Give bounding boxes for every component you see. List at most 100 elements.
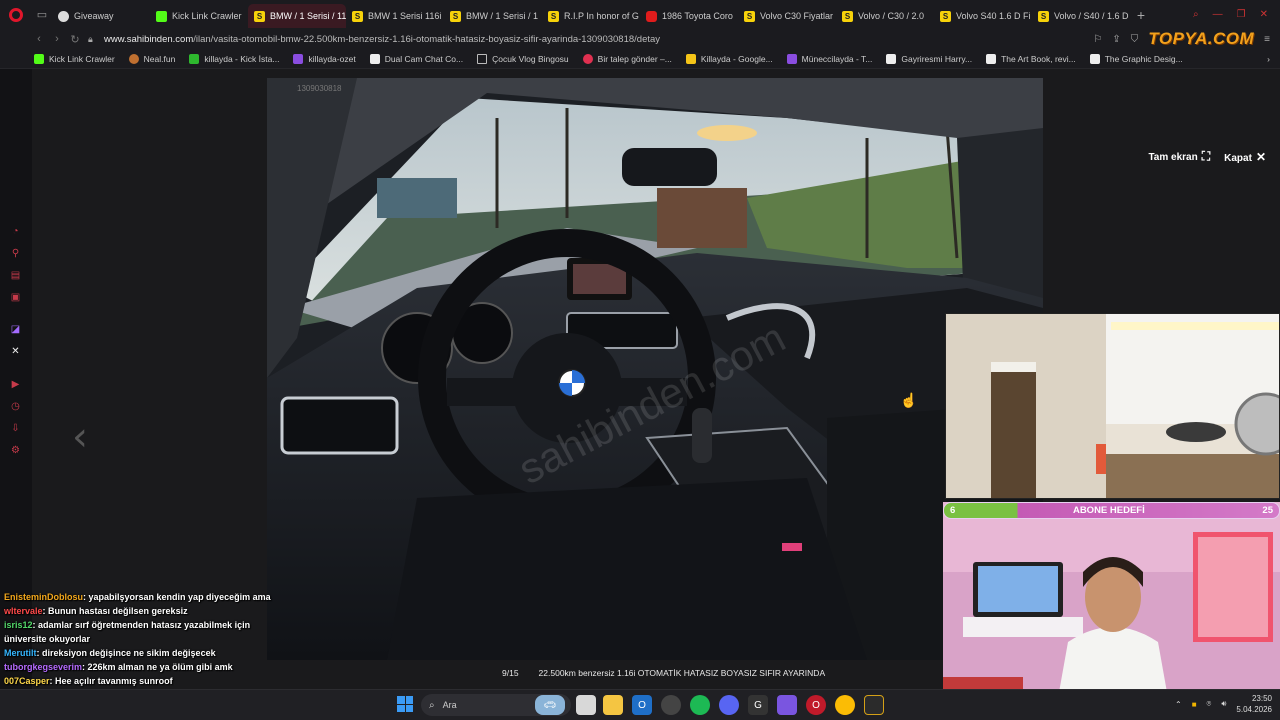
chat-message: tuborgkegseverim: 226km alman ne ya ölüm…	[4, 662, 233, 672]
chat-message: 007Casper: Hee açılır tavanmış sunroof	[4, 676, 173, 686]
browser-tab[interactable]: S Volvo C30 Fiyatlar	[738, 4, 836, 28]
app-g-icon[interactable]: G	[748, 695, 768, 715]
system-clock[interactable]: 23:50 5.04.2026	[1236, 693, 1272, 715]
bookmark-item[interactable]: The Graphic Desig...	[1089, 53, 1183, 64]
browser-tab[interactable]: S BMW / 1 Serisi / 116i / Sta	[248, 4, 346, 28]
speed-dial-icon[interactable]: ◔	[9, 226, 22, 237]
tray-app-icon[interactable]: ■	[1192, 700, 1197, 709]
fullscreen-button[interactable]: Tam ekran ⛶	[1148, 149, 1210, 164]
browser-tab[interactable]: S R.I.P In honor of G	[542, 4, 640, 28]
bookmark-label: Çocuk Vlog Bingosu	[492, 53, 569, 64]
twitch-icon[interactable]: ◪	[9, 324, 22, 335]
tab-label: 1986 Toyota Coro	[662, 11, 733, 21]
chat-text: yapabilşyorsan kendin yap diyeceğim ama	[88, 592, 271, 602]
chat-username: EnistеminDoblosu	[4, 592, 84, 602]
github-icon[interactable]	[661, 695, 681, 715]
start-button[interactable]	[397, 696, 413, 712]
goal-target: 25	[1262, 505, 1273, 516]
sahibinden-icon: S	[450, 10, 461, 22]
bookmark-item[interactable]: Dual Cam Chat Co...	[369, 53, 463, 64]
close-gallery-button[interactable]: Kapat ✕	[1224, 150, 1266, 164]
browser-tab[interactable]: S Volvo S40 1.6 D Fi	[934, 4, 1032, 28]
bookmark-favicon-icon	[293, 53, 304, 64]
browser-tab[interactable]: Kick Link Crawler	[150, 4, 248, 28]
browser-tab[interactable]: S Volvo / S40 / 1.6 D	[1032, 4, 1130, 28]
streaming-app-icon[interactable]	[864, 695, 884, 715]
settings-gear-icon[interactable]: ⚙	[9, 445, 22, 456]
new-tab-button[interactable]: +	[1130, 7, 1152, 23]
address-bar-row: ‹ › ↻ 🔒︎ www.sahibinden.com/ilan/vasita-…	[0, 29, 1280, 49]
menu-icon[interactable]: ≡	[1264, 34, 1270, 45]
topya-logo: TOPYA.COM	[1148, 29, 1255, 48]
chat-text: adamlar sırf öğretmenden hatasız yazabil…	[4, 620, 251, 644]
browser-tab[interactable]: Giveaway	[52, 4, 150, 28]
bookmark-item[interactable]: Gayriresmi Harry...	[886, 53, 972, 64]
file-explorer-icon[interactable]	[603, 695, 623, 715]
aria-icon[interactable]: ⚲	[9, 248, 22, 259]
listing-title: 22.500km benzersiz 1.16i OTOMATİK HATASI…	[538, 668, 826, 678]
bookmark-label: Killayda - Google...	[700, 53, 773, 64]
browser-tab[interactable]: S BMW / 1 Serisi / 1	[444, 4, 542, 28]
maximize-button[interactable]: ❐	[1237, 9, 1246, 20]
minimize-button[interactable]: —	[1213, 9, 1223, 20]
bookmark-item[interactable]: The Art Book, revi...	[986, 53, 1076, 64]
chevron-up-icon[interactable]: ⌃	[1175, 700, 1182, 709]
discord-icon[interactable]	[719, 695, 739, 715]
opera-menu-icon[interactable]	[0, 0, 32, 29]
bookmark-item[interactable]: Neal.fun	[128, 53, 176, 64]
widget-car-icon[interactable]: 🚗︎	[535, 695, 565, 715]
bookmark-label: Neal.fun	[143, 53, 176, 64]
messenger-icon[interactable]: ▣	[9, 292, 22, 303]
bookmark-item[interactable]: killayda - Kick İsta...	[189, 53, 279, 64]
search-tabs-icon[interactable]: ⌕	[1193, 9, 1199, 20]
bookmark-favicon-icon	[986, 53, 997, 64]
goal-label: ABONE HEDEFİ	[1072, 505, 1145, 516]
lock-icon[interactable]: 🔒︎	[88, 34, 102, 45]
downloads-icon[interactable]: ⇩	[9, 423, 22, 434]
sahibinden-icon: S	[940, 10, 951, 22]
bookmark-item[interactable]: Çocuk Vlog Bingosu	[477, 53, 569, 64]
chat-message: Merutilt: direksiyon değişince ne sikim …	[4, 648, 216, 658]
bookmark-item[interactable]: Müneccilayda - T...	[786, 53, 872, 64]
workspace-icon[interactable]: ▤	[9, 270, 22, 281]
tab-islands-icon[interactable]: ▭	[32, 0, 52, 29]
url-field[interactable]: www.sahibinden.com/ilan/vasita-otomobil-…	[104, 34, 660, 45]
browser-tab[interactable]: 1986 Toyota Coro	[640, 4, 738, 28]
volume-icon[interactable]: 🔊︎	[1221, 699, 1226, 709]
previous-photo-arrow[interactable]: ‹	[72, 414, 88, 460]
bookmark-item[interactable]: Bir talep gönder –...	[582, 53, 672, 64]
outlook-icon[interactable]: O	[632, 695, 652, 715]
wifi-icon[interactable]: ⌾	[1207, 699, 1212, 709]
bookmark-item[interactable]: Kick Link Crawler	[34, 53, 115, 64]
close-window-button[interactable]: ✕	[1260, 9, 1268, 20]
forward-button[interactable]: ›	[48, 33, 66, 45]
browser-tab[interactable]: S BMW 1 Serisi 116i	[346, 4, 444, 28]
bookmark-item[interactable]: killayda-ozet	[293, 53, 356, 64]
spotify-icon[interactable]	[690, 695, 710, 715]
bookmark-label: Bir talep gönder –...	[597, 53, 672, 64]
chrome-icon[interactable]	[835, 695, 855, 715]
bookmark-icon[interactable]: ⚐	[1093, 34, 1102, 45]
chat-message: wltervale: Bunun hastası değilsen gereks…	[4, 606, 188, 616]
history-icon[interactable]: ◷	[9, 401, 22, 412]
browser-tab[interactable]: S Volvo / C30 / 2.0	[836, 4, 934, 28]
opera-taskbar-icon[interactable]: O	[806, 695, 826, 715]
car-interior-photo[interactable]: sahibinden.com 1309030818	[267, 78, 1043, 660]
tab-label: Volvo C30 Fiyatlar	[760, 11, 834, 21]
more-bookmarks-icon[interactable]: ›	[1267, 54, 1280, 64]
file-viewer-icon[interactable]	[576, 695, 596, 715]
shield-icon[interactable]: ⛉	[1131, 34, 1139, 45]
github-icon	[58, 10, 69, 22]
bookmark-favicon-icon	[189, 53, 200, 64]
reload-icon[interactable]: ↻	[66, 33, 84, 46]
bookmark-item[interactable]: Killayda - Google...	[685, 53, 773, 64]
browser-tab-bar: ▭ Giveaway Kick Link Crawler S BMW / 1 Seri…	[0, 0, 1280, 29]
player-icon[interactable]: ▶	[9, 379, 22, 390]
x-twitter-icon[interactable]: ✕	[9, 346, 22, 357]
grid-app-icon[interactable]	[777, 695, 797, 715]
bookmark-label: The Graphic Desig...	[1104, 53, 1183, 64]
tab-label: BMW / 1 Serisi / 116i / Sta	[270, 11, 346, 21]
tab-label: Volvo / S40 / 1.6 D	[1054, 11, 1129, 21]
back-button[interactable]: ‹	[30, 33, 48, 45]
share-icon[interactable]: ⇪	[1112, 34, 1120, 45]
